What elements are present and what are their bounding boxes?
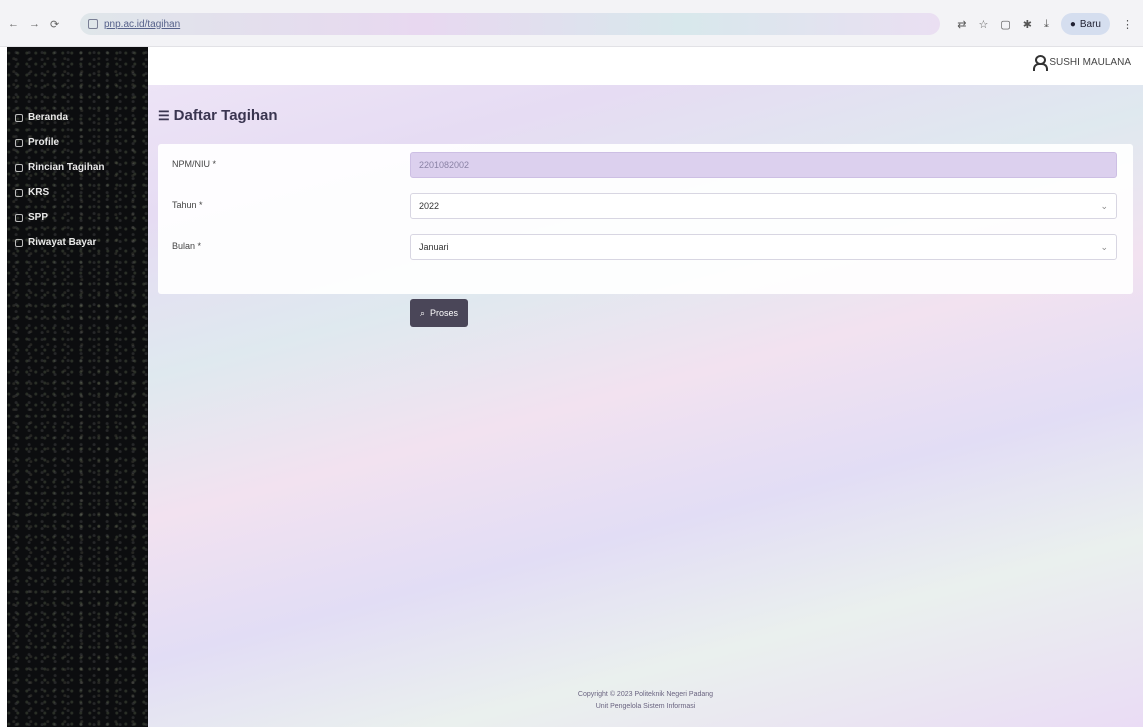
user-icon <box>15 138 23 147</box>
home-icon <box>15 113 23 122</box>
list-icon: ☰ <box>158 107 170 123</box>
user-icon <box>1033 55 1049 71</box>
sidebar-item-label: KRS <box>28 187 50 198</box>
tahun-label: Tahun * <box>172 200 203 210</box>
search-icon: ⌕ <box>420 307 426 318</box>
profile-icon: ● <box>1069 18 1076 30</box>
extensions-icon[interactable]: ✱ <box>1023 18 1032 31</box>
user-name: SUSHI MAULANA <box>1049 56 1131 68</box>
menu-icon[interactable]: ⋮ <box>1122 18 1133 31</box>
tab-icon[interactable]: ▢ <box>1000 18 1010 31</box>
tahun-select[interactable]: 2022 ⌄ <box>410 193 1117 219</box>
address-bar[interactable]: pnp.ac.id/tagihan <box>80 13 940 35</box>
document-icon <box>15 188 23 197</box>
footer: Copyright © 2023 Politeknik Negeri Padan… <box>148 689 1143 713</box>
npm-row: NPM/NIU * 2201082002 <box>158 152 1133 178</box>
sidebar-item-label: Profile <box>28 137 60 148</box>
bulan-value: Januari <box>419 242 449 252</box>
bulan-row: Bulan * Januari ⌄ <box>158 234 1133 260</box>
top-bar: SUSHI MAULANA <box>148 47 1143 85</box>
sidebar-item-label: SPP <box>28 212 49 223</box>
history-icon <box>15 238 23 247</box>
sidebar-item-krs[interactable]: KRS <box>15 184 105 201</box>
footer-copyright: Copyright © 2023 Politeknik Negeri Padan… <box>577 691 714 698</box>
reload-icon[interactable]: ⟳ <box>50 18 59 31</box>
sidebar: Beranda Profile Rincian Tagihan KRS SPP … <box>7 47 148 727</box>
page-title: ☰ Daftar Tagihan <box>158 107 278 124</box>
url-text[interactable]: pnp.ac.id/tagihan <box>104 19 180 30</box>
profile-button[interactable]: ● Baru <box>1060 13 1110 35</box>
download-icon[interactable]: ⤓ <box>1044 18 1049 31</box>
main-content: SUSHI MAULANA ☰ Daftar Tagihan NPM/NIU *… <box>148 47 1143 727</box>
chevron-down-icon: ⌄ <box>1100 242 1108 252</box>
browser-toolbar: ← → ⟳ pnp.ac.id/tagihan ⇄ ☆ ▢ ✱ ⤓ ● Baru… <box>0 0 1143 47</box>
sidebar-menu: Beranda Profile Rincian Tagihan KRS SPP … <box>15 109 105 251</box>
tahun-row: Tahun * 2022 ⌄ <box>158 193 1133 219</box>
sidebar-item-label: Riwayat Bayar <box>28 237 97 248</box>
page-title-text: Daftar Tagihan <box>173 107 278 124</box>
forward-icon[interactable]: → <box>29 18 40 31</box>
sidebar-item-spp[interactable]: SPP <box>15 209 105 226</box>
user-menu[interactable]: SUSHI MAULANA <box>1033 55 1131 71</box>
sidebar-item-beranda[interactable]: Beranda <box>15 109 105 126</box>
sidebar-item-profile[interactable]: Profile <box>15 134 105 151</box>
site-info-icon[interactable] <box>88 19 98 29</box>
browser-actions: ⇄ ☆ ▢ ✱ ⤓ ● Baru ⋮ <box>957 13 1133 35</box>
chevron-down-icon: ⌄ <box>1100 201 1108 211</box>
back-icon[interactable]: ← <box>8 18 19 31</box>
list-icon <box>15 163 23 172</box>
browser-nav: ← → ⟳ <box>8 18 59 31</box>
tagihan-form: NPM/NIU * 2201082002 Tahun * 2022 ⌄ Bula… <box>158 144 1133 294</box>
wallet-icon <box>15 213 23 222</box>
sidebar-item-label: Beranda <box>28 112 69 123</box>
sidebar-item-label: Rincian Tagihan <box>28 162 105 173</box>
npm-field: 2201082002 <box>410 152 1117 178</box>
bulan-select[interactable]: Januari ⌄ <box>410 234 1117 260</box>
proses-button[interactable]: ⌕ Proses <box>410 299 469 327</box>
footer-unit: Unit Pengelola Sistem Informasi <box>595 703 696 710</box>
bookmark-icon[interactable]: ☆ <box>978 18 988 31</box>
proses-button-label: Proses <box>430 308 459 318</box>
bulan-label: Bulan * <box>172 241 202 251</box>
tahun-value: 2022 <box>419 201 440 211</box>
sidebar-item-riwayat-bayar[interactable]: Riwayat Bayar <box>15 234 105 251</box>
npm-label: NPM/NIU * <box>172 159 217 169</box>
sidebar-item-rincian-tagihan[interactable]: Rincian Tagihan <box>15 159 105 176</box>
translate-icon[interactable]: ⇄ <box>957 18 966 31</box>
